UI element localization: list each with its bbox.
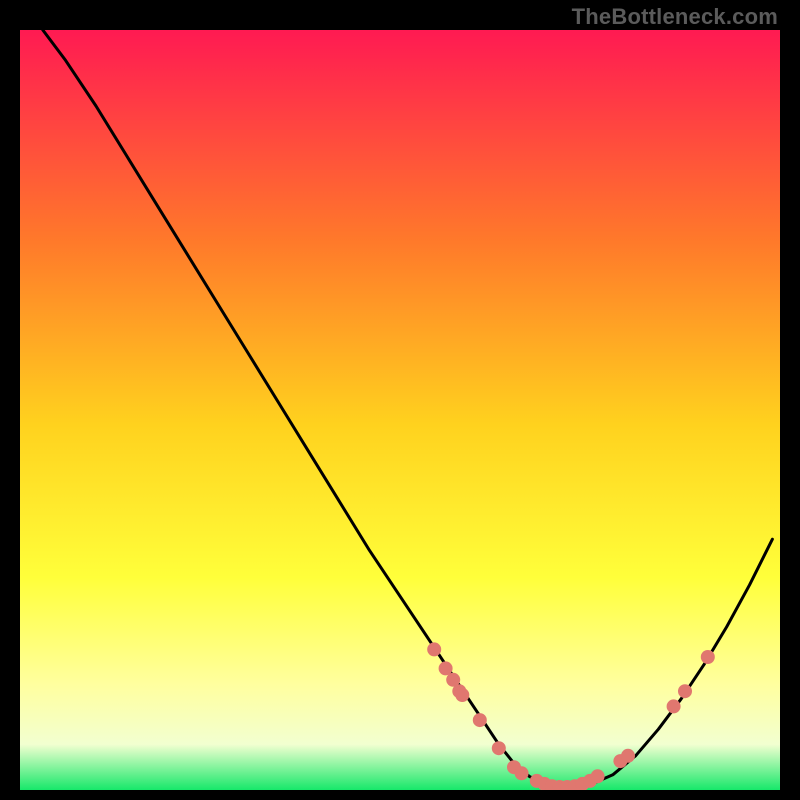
data-point-dot (621, 749, 635, 763)
watermark: TheBottleneck.com (572, 4, 778, 30)
data-point-dot (667, 699, 681, 713)
data-point-dot (427, 642, 441, 656)
data-point-dot (515, 766, 529, 780)
data-point-dot (455, 688, 469, 702)
data-point-dot (591, 769, 605, 783)
data-point-dot (439, 661, 453, 675)
chart-frame (20, 30, 780, 790)
data-point-dot (492, 741, 506, 755)
data-point-dot (701, 650, 715, 664)
data-point-dot (473, 713, 487, 727)
data-point-dot (678, 684, 692, 698)
bottleneck-chart (20, 30, 780, 790)
gradient-background (20, 30, 780, 790)
